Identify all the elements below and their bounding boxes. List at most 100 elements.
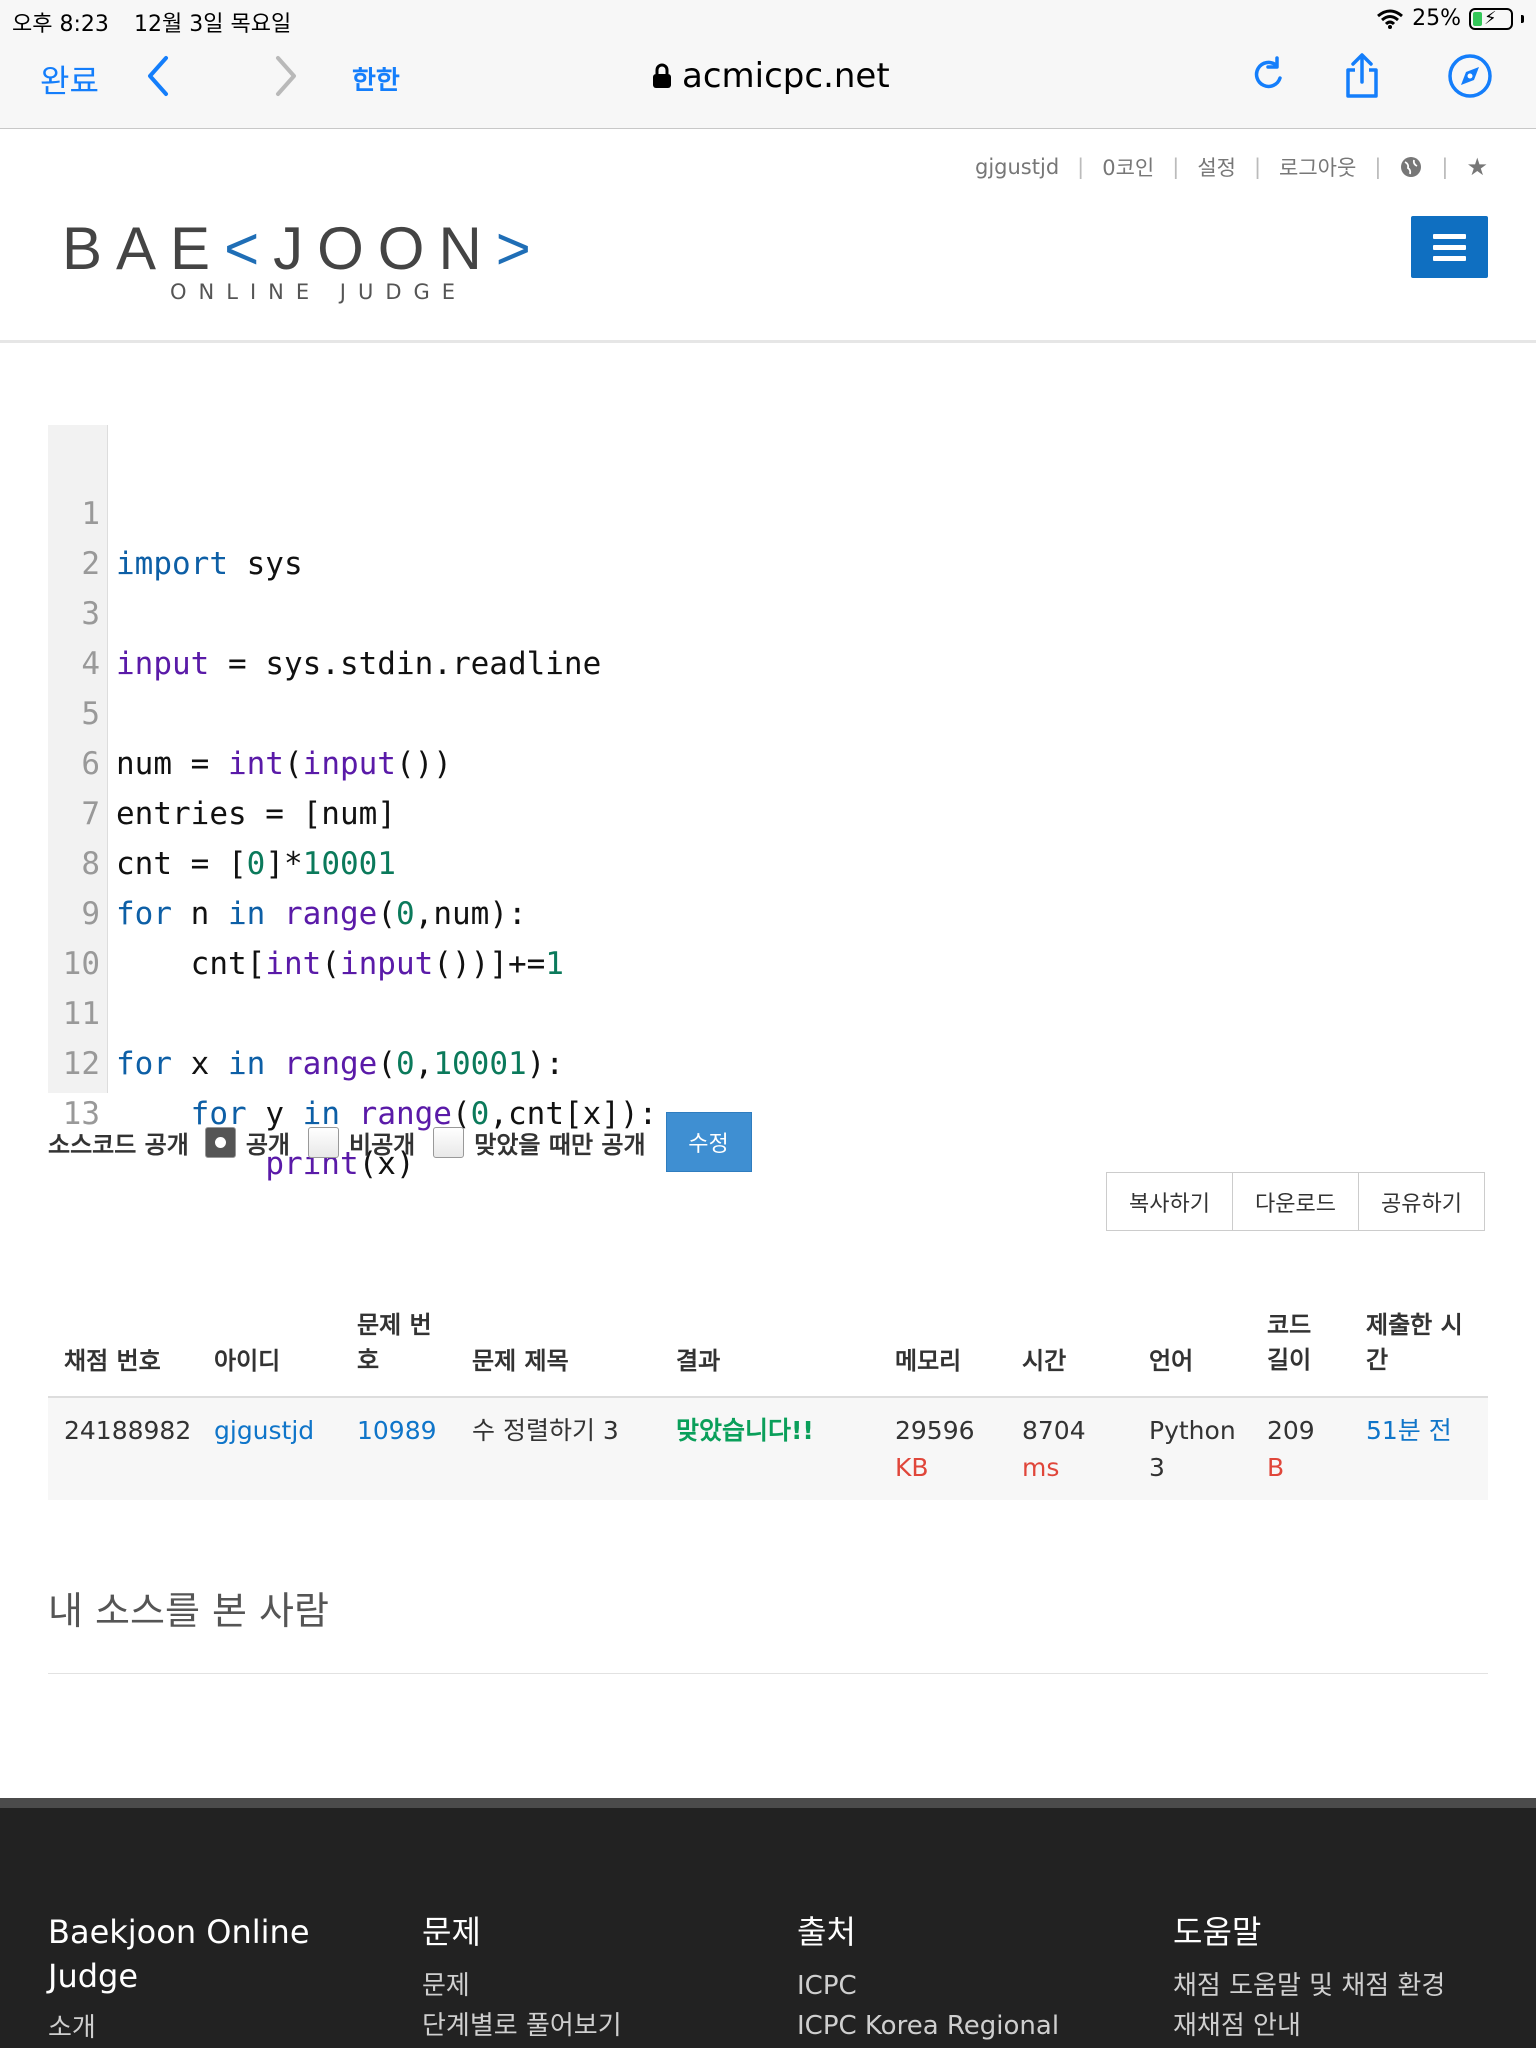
user-link-coins[interactable]: 0코인 [1102, 152, 1154, 182]
visibility-label: 소스코드 공개 [48, 1130, 189, 1159]
code-line: 13 print(x) [48, 1039, 1488, 1182]
code-line: 7 cnt = [0]*10001 [48, 739, 1488, 882]
code-line: 1 import sys [48, 439, 1488, 582]
chevron-right-icon[interactable] [272, 54, 300, 98]
code-line: 9 cnt[int(input())]+=1 [48, 839, 1488, 982]
footer-link-icpc[interactable]: ICPC [797, 1966, 1059, 2006]
download-button[interactable]: 다운로드 [1232, 1172, 1359, 1231]
star-icon[interactable]: ★ [1466, 153, 1488, 181]
code-line: 10 [48, 889, 1488, 982]
radio-private-label[interactable]: 비공개 [349, 1125, 415, 1160]
user-link-profile[interactable]: gjgustjd [975, 155, 1059, 179]
copy-button[interactable]: 복사하기 [1106, 1172, 1233, 1231]
header-memory: 메모리 [895, 1347, 962, 1375]
edit-button[interactable]: 수정 [665, 1112, 752, 1172]
reload-icon[interactable] [1244, 52, 1292, 100]
browser-chrome: 오후 8:23 12월 3일 목요일 25% ⚡ 완료 한한 acmicpc.n… [0, 0, 1536, 129]
header-submission-id: 채점 번호 [64, 1347, 161, 1375]
result-badge: 맞았습니다!! [676, 1416, 814, 1445]
battery-icon: ⚡ [1469, 7, 1513, 30]
header-problem-id: 문제 번 호 [357, 1311, 432, 1374]
header-result: 결과 [676, 1347, 721, 1375]
wifi-icon [1377, 9, 1404, 29]
status-date: 12월 3일 목요일 [134, 12, 292, 37]
time-cell: 8704 ms [1022, 1416, 1086, 1482]
footer-col-problems: 문제 문제 단계별로 풀어보기 [422, 1910, 622, 2046]
battery-percent: 25% [1412, 6, 1461, 31]
header-user: 아이디 [214, 1347, 281, 1375]
memory-cell: 29596 KB [895, 1416, 975, 1482]
header-problem-title: 문제 제목 [472, 1347, 569, 1375]
footer-link-judge-help[interactable]: 채점 도움말 및 채점 환경 [1173, 1966, 1445, 2006]
share-icon[interactable] [1338, 52, 1386, 100]
problem-title[interactable]: 수 정렬하기 3 [472, 1412, 619, 1449]
header-time: 시간 [1022, 1347, 1067, 1375]
separator: | [1441, 155, 1449, 179]
code-line: 2 [48, 489, 1488, 582]
footer-title-help: 도움말 [1173, 1913, 1262, 1951]
globe-icon[interactable] [1399, 155, 1423, 179]
submission-id: 24188982 [64, 1416, 192, 1445]
url-text: acmicpc.net [682, 56, 890, 96]
header-submitted: 제출한 시 간 [1366, 1311, 1463, 1374]
user-link[interactable]: gjgustjd [214, 1412, 314, 1449]
separator: | [1077, 155, 1085, 179]
radio-public-if-accepted[interactable] [433, 1126, 465, 1158]
header-divider [0, 340, 1536, 343]
header-code-length: 코드 길이 [1267, 1311, 1312, 1374]
code-line: 5 num = int(input()) [48, 639, 1488, 782]
footer-link-icpc-korea[interactable]: ICPC Korea Regional [797, 2006, 1059, 2046]
footer-col-brand: Baekjoon Online Judge 소개 [48, 1910, 310, 2048]
user-link-settings[interactable]: 설정 [1197, 152, 1236, 182]
logo-wordmark: BAE<JOON> [62, 215, 545, 282]
done-button[interactable]: 완료 [40, 56, 99, 102]
footer-link-about[interactable]: 소개 [48, 2008, 310, 2048]
source-visibility-options: 소스코드 공개 공개 비공개 맞았을 때만 공개 수정 [48, 1112, 752, 1172]
viewers-divider [48, 1673, 1488, 1674]
status-bar: 오후 8:23 12월 3일 목요일 25% ⚡ [0, 0, 1536, 38]
separator: | [1253, 155, 1262, 179]
share-button[interactable]: 공유하기 [1358, 1172, 1485, 1231]
logo-subtitle: ONLINE JUDGE [170, 280, 468, 304]
code-line: 12 for y in range(0,cnt[x]): [48, 989, 1488, 1132]
radio-public-if-accepted-label[interactable]: 맞았을 때만 공개 [474, 1125, 645, 1160]
footer: Baekjoon Online Judge 소개 문제 문제 단계별로 풀어보기… [0, 1798, 1536, 2048]
radio-public-label[interactable]: 공개 [246, 1125, 290, 1160]
footer-link-steps[interactable]: 단계별로 풀어보기 [422, 2006, 622, 2046]
lock-icon [653, 63, 671, 88]
separator: | [1374, 155, 1382, 179]
menu-button[interactable] [1411, 216, 1488, 278]
code-length-cell: 209 B [1267, 1416, 1315, 1482]
footer-col-help: 도움말 채점 도움말 및 채점 환경 재채점 안내 [1173, 1910, 1445, 2046]
problem-link[interactable]: 10989 [357, 1412, 437, 1449]
action-buttons: 복사하기 다운로드 공유하기 [1106, 1172, 1485, 1231]
user-links: gjgustjd | 0코인 | 설정 | 로그아웃 | | ★ [975, 152, 1488, 182]
header-language: 언어 [1149, 1347, 1194, 1375]
site-logo[interactable]: BAE<JOON> ONLINE JUDGE [62, 214, 562, 306]
address-bar[interactable]: acmicpc.net [652, 56, 890, 96]
separator: | [1172, 155, 1180, 179]
code-line: 11 for x in range(0,10001): [48, 939, 1488, 1082]
safari-toolbar: 완료 한한 acmicpc.net [0, 40, 1536, 120]
status-indicators: 25% ⚡ [1376, 6, 1524, 31]
compass-icon[interactable] [1446, 52, 1494, 100]
footer-link-rejudge[interactable]: 재채점 안내 [1173, 2006, 1445, 2046]
submitted-time-link[interactable]: 51분 전 [1366, 1412, 1452, 1449]
status-time: 오후 8:23 [12, 12, 109, 37]
code-line: 3 input = sys.stdin.readline [48, 539, 1488, 682]
chevron-left-icon[interactable] [144, 54, 172, 98]
footer-title-sources: 출처 [797, 1913, 856, 1951]
code-line: 6 entries = [num] [48, 689, 1488, 832]
footer-link-problems[interactable]: 문제 [422, 1966, 622, 2006]
text-size-button[interactable]: 한한 [352, 60, 400, 97]
source-code: 1 import sys 2 3 input = sys.stdin.readl… [48, 425, 1488, 1182]
footer-brand: Baekjoon Online Judge [48, 1913, 310, 1995]
footer-col-sources: 출처 ICPC ICPC Korea Regional [797, 1910, 1059, 2046]
viewers-title: 내 소스를 본 사람 [48, 1589, 329, 1633]
footer-title-problems: 문제 [422, 1913, 481, 1951]
radio-public[interactable] [204, 1126, 236, 1158]
radio-private[interactable] [308, 1126, 340, 1158]
language-cell[interactable]: Python 3 [1149, 1412, 1236, 1486]
code-line: 8 for n in range(0,num): [48, 789, 1488, 932]
user-link-logout[interactable]: 로그아웃 [1279, 152, 1356, 182]
